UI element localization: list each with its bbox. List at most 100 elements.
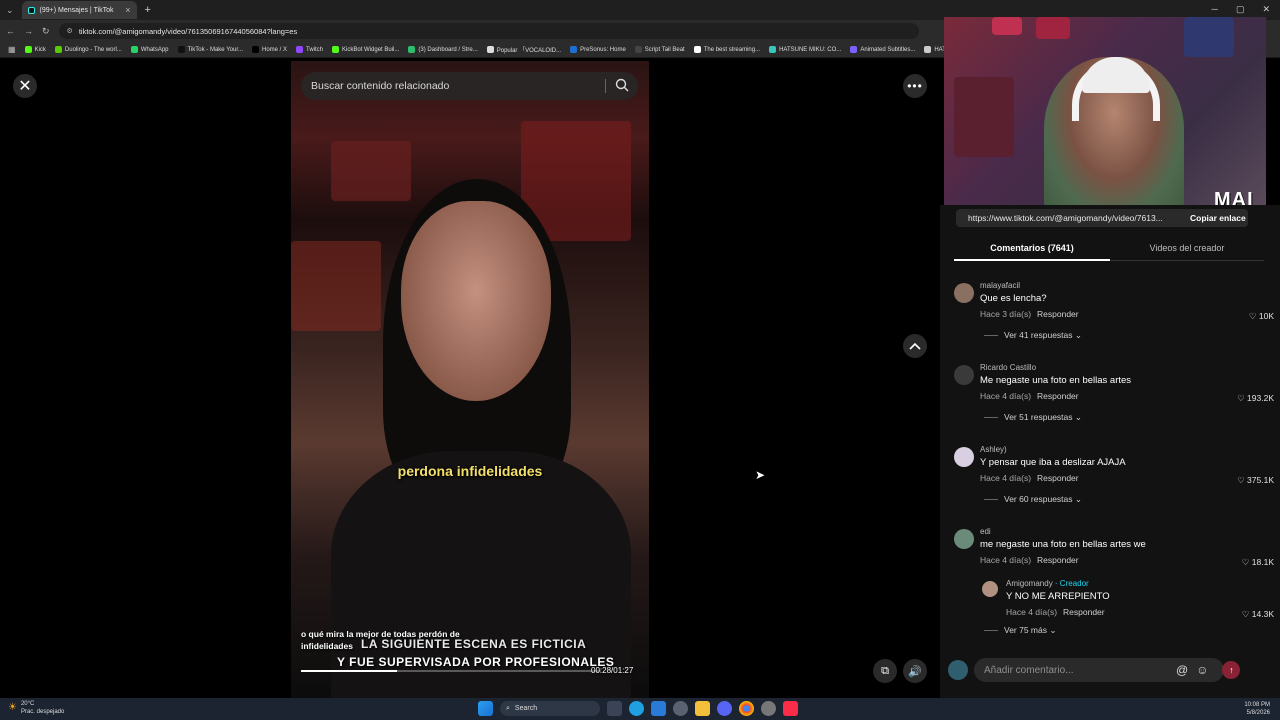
bookmark-favicon-icon (693, 46, 701, 53)
bookmark-item[interactable]: Home / X (251, 46, 287, 53)
bookmark-item[interactable]: Popular 「VOCALOID... (486, 45, 561, 54)
pip-button[interactable]: ⧉ (873, 659, 897, 683)
comment-like-button[interactable]: ♡ 375.1K (1237, 475, 1274, 486)
commenter-name[interactable]: malayafacil (980, 281, 1020, 290)
bookmark-favicon-icon (54, 46, 62, 53)
commenter-name[interactable]: Ashley) (980, 445, 1007, 454)
mention-icon[interactable]: @ (1176, 663, 1188, 677)
maximize-icon[interactable]: ▢ (1236, 4, 1245, 15)
creator-avatar[interactable] (982, 581, 998, 597)
more-options-button[interactable]: ••• (903, 74, 927, 98)
bookmark-item[interactable]: Animated Subtitles... (850, 46, 915, 53)
reply-button[interactable]: Responder (1037, 473, 1079, 483)
related-search-input[interactable]: Buscar contenido relacionado (311, 80, 449, 92)
reply-button[interactable]: Responder (1063, 607, 1105, 617)
commenter-name[interactable]: Ricardo Castillo (980, 363, 1036, 372)
view-replies-button[interactable]: Ver 60 respuestas ⌄ (984, 494, 1082, 505)
bookmark-item[interactable]: Script Tail Beat (634, 46, 685, 53)
site-info-icon[interactable]: ⚙ (67, 27, 73, 35)
view-replies-button[interactable]: Ver 51 respuestas ⌄ (984, 412, 1082, 423)
related-search-bar[interactable]: Buscar contenido relacionado (301, 72, 638, 100)
emoji-icon[interactable]: ☺ (1196, 663, 1208, 677)
url-bar[interactable]: ⚙ tiktok.com/@amigomandy/video/761350691… (58, 23, 919, 39)
reply-like-button[interactable]: ♡ 14.3K (1242, 609, 1274, 620)
chrome-icon[interactable] (739, 701, 754, 716)
comment-time: Hace 4 día(s) (980, 473, 1032, 483)
system-clock[interactable]: 10:08 PM 5/8/2026 (1244, 701, 1270, 717)
back-icon[interactable]: ← (6, 26, 15, 36)
previous-video-button[interactable] (903, 334, 927, 358)
comment-text: Me negaste una foto en bellas artes (980, 375, 1132, 386)
start-icon[interactable] (478, 701, 493, 716)
bookmark-favicon-icon (924, 46, 932, 53)
bookmark-item[interactable]: Twitch (296, 46, 323, 53)
bookmark-favicon-icon (251, 46, 259, 53)
music-icon[interactable] (783, 701, 798, 716)
video-progress-bar[interactable] (301, 670, 601, 672)
video-link-text: https://www.tiktok.com/@amigomandy/video… (968, 213, 1163, 223)
webcam-logo: MAI (1214, 189, 1254, 205)
bookmark-item[interactable]: KickBot Widget Buil... (332, 46, 399, 53)
tab-creator-videos[interactable]: Videos del creador (1110, 237, 1264, 261)
video-background-light (291, 241, 381, 331)
bookmark-item[interactable]: PreSonus: Home (570, 46, 626, 53)
new-tab-button[interactable]: + (145, 4, 151, 16)
close-tab-icon[interactable]: × (125, 5, 130, 15)
reload-icon[interactable]: ↻ (42, 26, 50, 37)
creator-name[interactable]: Amigomandy (1006, 579, 1053, 588)
comment-like-button[interactable]: ♡ 193.2K (1237, 393, 1274, 404)
file-explorer-icon[interactable] (695, 701, 710, 716)
volume-button[interactable]: 🔊 (903, 659, 927, 683)
bookmark-item[interactable]: Duolingo - The worl... (54, 46, 122, 53)
bookmark-item[interactable]: HATSUNE MIKU: CO... (769, 46, 841, 53)
chatgpt-icon[interactable] (761, 701, 776, 716)
comment-like-button[interactable]: ♡ 10K (1249, 311, 1274, 322)
search-icon[interactable] (615, 78, 629, 92)
bookmark-item[interactable]: (3) Dashboard / Stre... (408, 46, 478, 53)
send-comment-button[interactable]: ↑ (1222, 661, 1241, 679)
commenter-avatar[interactable] (954, 447, 974, 467)
video-background-light (331, 141, 411, 201)
tab-list-icon[interactable]: ⌄ (6, 5, 14, 16)
commenter-avatar[interactable] (954, 365, 974, 385)
temperature: 20°C (20, 701, 35, 707)
settings-icon[interactable] (673, 701, 688, 716)
forward-icon[interactable]: → (24, 26, 33, 36)
bookmark-item[interactable]: Kick (24, 46, 46, 53)
apps-icon[interactable]: ▦ (8, 45, 16, 54)
view-replies-label: Ver 41 respuestas ⌄ (1004, 330, 1082, 340)
reply-button[interactable]: Responder (1037, 391, 1079, 401)
bookmark-item[interactable]: The best streaming... (693, 46, 760, 53)
copy-link-button[interactable]: Copiar enlace (1190, 213, 1246, 223)
task-view-icon[interactable] (607, 701, 622, 716)
discord-icon[interactable] (717, 701, 732, 716)
bookmark-label: Twitch (306, 46, 324, 53)
view-more-replies-button[interactable]: Ver 75 más ⌄ (984, 625, 1056, 636)
view-replies-button[interactable]: Ver 41 respuestas ⌄ (984, 330, 1082, 341)
reply-button[interactable]: Responder (1037, 555, 1079, 565)
tab-comments[interactable]: Comentarios (7641) (954, 237, 1110, 261)
bookmark-item[interactable]: TikTok - Make Your... (177, 46, 243, 53)
bookmark-item[interactable]: HAT (924, 46, 946, 53)
taskbar-search-label: Search (514, 705, 538, 712)
video-player[interactable]: Buscar contenido relacionado perdona inf… (291, 61, 649, 698)
taskbar-search[interactable]: ⌕ Search (500, 701, 600, 716)
browser-tab[interactable]: (99+) Mensajes | TikTok × (21, 1, 137, 19)
edge-icon[interactable] (629, 701, 644, 716)
window-controls: ─ ▢ ✕ (1212, 4, 1270, 15)
commenter-avatar[interactable] (954, 283, 974, 303)
tab-title: (99+) Mensajes | TikTok (39, 6, 114, 14)
comment-time: Hace 4 día(s) (980, 391, 1032, 401)
weather-widget[interactable]: ☀ 20°C Prac. despejado (8, 700, 64, 716)
video-caption-main: perdona infidelidades (397, 463, 543, 479)
bookmark-favicon-icon (332, 46, 340, 53)
comment-like-button[interactable]: ♡ 18.1K (1242, 557, 1274, 568)
close-window-icon[interactable]: ✕ (1262, 4, 1270, 15)
close-video-button[interactable]: ✕ (13, 74, 37, 98)
bookmark-item[interactable]: WhatsApp (130, 46, 169, 53)
mail-icon[interactable] (651, 701, 666, 716)
commenter-name[interactable]: edi (980, 527, 991, 536)
commenter-avatar[interactable] (954, 529, 974, 549)
minimize-icon[interactable]: ─ (1212, 4, 1218, 15)
reply-button[interactable]: Responder (1037, 309, 1079, 319)
